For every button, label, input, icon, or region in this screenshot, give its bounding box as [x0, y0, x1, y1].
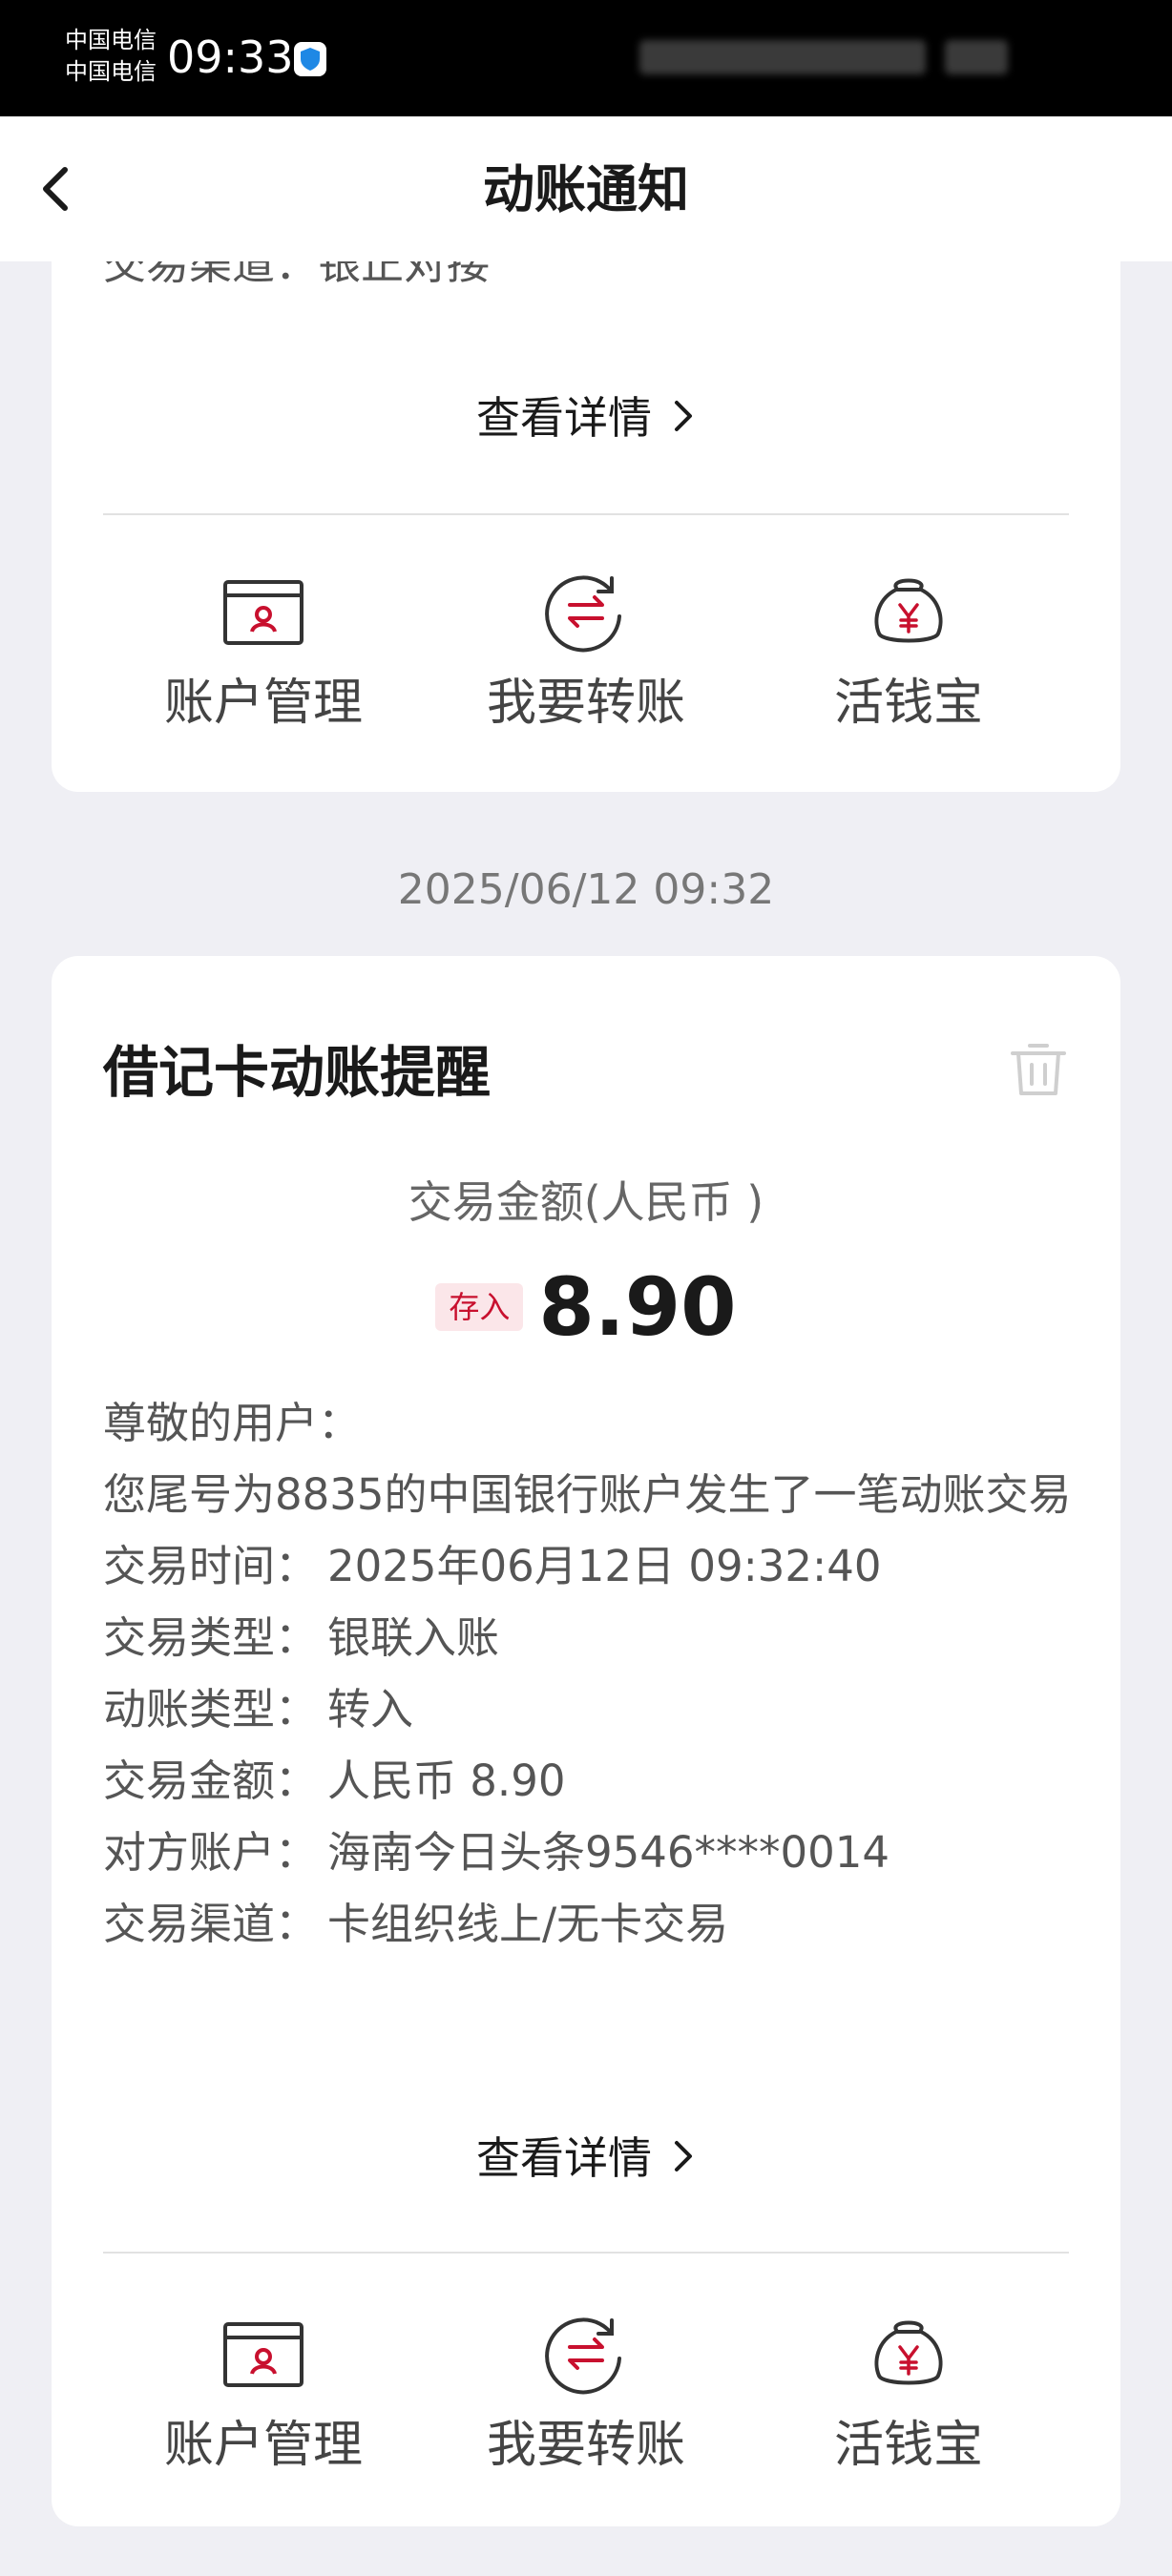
detail-value: 卡组织线上/无卡交易	[327, 1899, 729, 1949]
status-time: 09:33	[167, 31, 294, 83]
action-wallet[interactable]: 活钱宝	[765, 571, 1052, 752]
notification-card: 借记卡动账提醒 交易金额(人民币 ) 存入 8.90 尊敬的用户： 您尾号为883…	[52, 956, 1120, 2526]
action-wallet[interactable]: 活钱宝	[765, 2313, 1052, 2494]
chevron-right-icon	[675, 2141, 692, 2171]
action-label: 我要转账	[486, 675, 685, 732]
quick-actions: 账户管理 我要转账 活钱宝	[52, 2313, 1120, 2494]
view-details-label: 查看详情	[476, 392, 652, 444]
amount-value: 8.90	[538, 1260, 737, 1354]
money-bag-icon	[874, 578, 943, 643]
action-account-management[interactable]: 账户管理	[120, 2313, 407, 2494]
detail-value: 人民币 8.90	[327, 1755, 566, 1806]
trash-icon[interactable]	[1009, 1038, 1068, 1099]
transfer-icon	[545, 575, 621, 653]
detail-row: 动账类型： 转入	[103, 1673, 1077, 1745]
amount-label: 交易金额(人民币 )	[408, 1176, 764, 1228]
status-bar: 中国电信 中国电信 09:33	[0, 0, 1172, 116]
detail-key: 交易渠道：	[103, 1899, 319, 1949]
view-details-link[interactable]: 查看详情	[52, 389, 1120, 447]
detail-row: 交易金额： 人民币 8.90	[103, 1745, 1077, 1817]
carrier-2: 中国电信	[65, 58, 157, 85]
detail-row: 交易渠道： 卡组织线上/无卡交易	[103, 1888, 1077, 1960]
detail-row: 对方账户： 海南今日头条9546****0014	[103, 1817, 1077, 1888]
detail-value: 2025年06月12日 09:32:40	[327, 1541, 882, 1591]
detail-value: 转入	[327, 1684, 414, 1735]
action-transfer[interactable]: 我要转账	[443, 2313, 729, 2494]
action-label: 账户管理	[163, 675, 363, 732]
detail-key: 动账类型：	[103, 1684, 319, 1735]
blurred-status-icons	[639, 29, 1012, 86]
money-bag-icon	[874, 2320, 943, 2385]
action-account-management[interactable]: 账户管理	[120, 571, 407, 752]
chevron-right-icon	[675, 401, 692, 431]
carrier-1: 中国电信	[65, 27, 157, 53]
action-label: 活钱宝	[833, 675, 983, 732]
detail-row: 交易类型： 银联入账	[103, 1602, 1077, 1673]
quick-actions: 账户管理 我要转账 活钱宝	[52, 571, 1120, 752]
nav-bar: 动账通知	[0, 116, 1172, 261]
greeting: 尊敬的用户：	[103, 1398, 362, 1448]
carrier-labels: 中国电信 中国电信	[65, 25, 157, 88]
detail-key: 交易类型：	[103, 1612, 319, 1663]
account-card-icon	[223, 580, 303, 645]
previous-notification-card: 交易渠道：银正对接 查看详情 账户管理 我要转账 活钱宝	[52, 172, 1120, 792]
divider	[103, 2252, 1069, 2254]
detail-key: 对方账户：	[103, 1827, 319, 1878]
deposit-badge: 存入	[435, 1283, 524, 1331]
amount-row: 存入 8.90	[52, 1259, 1120, 1355]
detail-value: 海南今日头条9546****0014	[327, 1827, 890, 1878]
message-timestamp: 2025/06/12 09:32	[397, 865, 775, 914]
divider	[103, 513, 1069, 515]
action-label: 我要转账	[486, 2417, 685, 2474]
action-label: 活钱宝	[833, 2417, 983, 2474]
detail-key: 交易金额：	[103, 1755, 319, 1806]
detail-value: 银联入账	[327, 1612, 500, 1663]
page-title: 动账通知	[483, 159, 689, 219]
transaction-details: 尊敬的用户： 您尾号为8835的中国银行账户发生了一笔动账交易 交易时间： 202…	[103, 1387, 1077, 1960]
action-transfer[interactable]: 我要转账	[443, 571, 729, 752]
detail-row: 交易时间： 2025年06月12日 09:32:40	[103, 1530, 1077, 1602]
action-label: 账户管理	[163, 2417, 363, 2474]
card-title: 借记卡动账提醒	[103, 1040, 492, 1105]
notification-message: 您尾号为8835的中国银行账户发生了一笔动账交易	[103, 1469, 1072, 1520]
account-card-icon	[223, 2322, 303, 2387]
view-details-link[interactable]: 查看详情	[52, 2129, 1120, 2187]
detail-key: 交易时间：	[103, 1541, 319, 1591]
transfer-icon	[545, 2317, 621, 2395]
view-details-label: 查看详情	[476, 2132, 652, 2184]
shield-icon	[294, 42, 326, 76]
